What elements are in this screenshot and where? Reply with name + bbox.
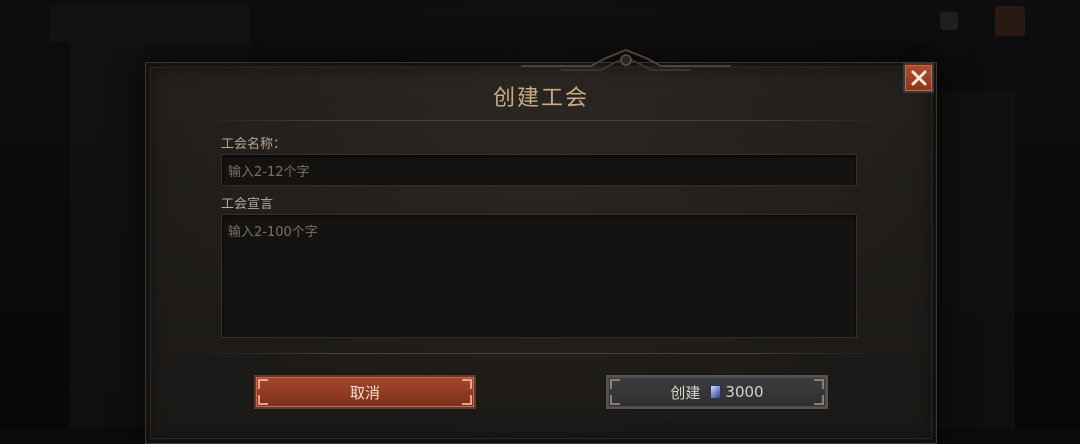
guild-name-input[interactable]: 输入2-12个字 — [221, 154, 857, 186]
guild-name-placeholder: 输入2-12个字 — [228, 165, 310, 180]
create-button-label: 创建 — [670, 382, 700, 403]
guild-manifesto-label: 工会宣言 — [221, 193, 273, 212]
background-tabbar — [50, 6, 250, 42]
close-icon — [910, 69, 928, 87]
dialog-title: 创建工会 — [146, 80, 936, 112]
guild-name-label: 工会名称： — [221, 133, 286, 152]
create-cost: 3000 — [725, 383, 763, 401]
guild-manifesto-textarea[interactable]: 输入2-100个字 — [221, 214, 857, 338]
background-panel-right — [935, 90, 1015, 428]
background-icon — [995, 6, 1025, 36]
create-button[interactable]: 创建 3000 — [606, 375, 828, 409]
title-ornament-icon — [521, 48, 731, 78]
cancel-button[interactable]: 取消 — [254, 375, 476, 409]
cancel-button-label: 取消 — [350, 382, 380, 403]
footer-divider — [196, 353, 886, 354]
background-icon — [940, 12, 958, 30]
guild-manifesto-placeholder: 输入2-100个字 — [228, 225, 318, 240]
title-divider — [196, 120, 886, 121]
create-guild-dialog: 创建工会 工会名称： 输入2-12个字 工会宣言 输入2-100个字 取消 创建… — [145, 62, 937, 444]
close-button[interactable] — [903, 63, 934, 93]
gem-icon — [710, 385, 721, 399]
